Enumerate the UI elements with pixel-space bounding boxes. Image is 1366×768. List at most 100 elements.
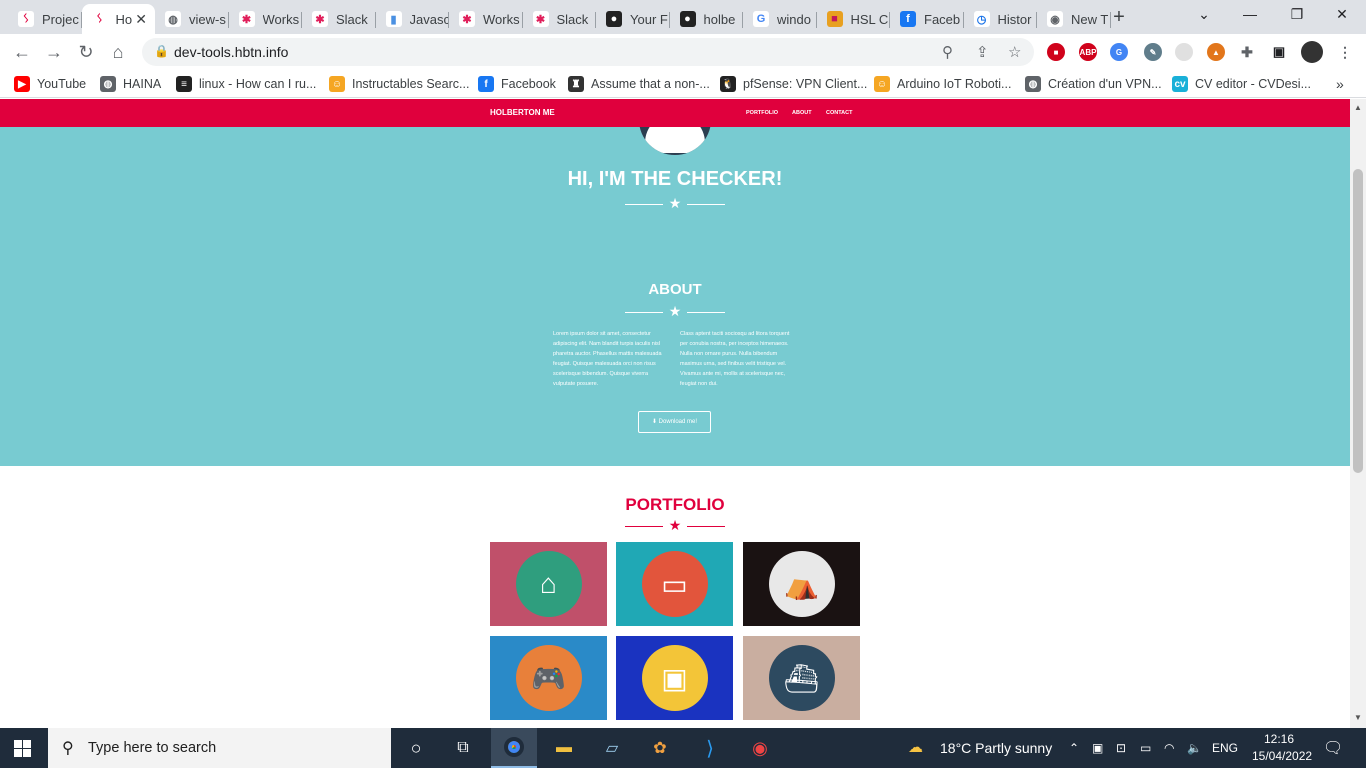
address-bar-url[interactable]: dev-tools.hbtn.info [174, 44, 288, 60]
portfolio-item-submarine[interactable]: ⛴ [743, 636, 860, 720]
bookmark-item[interactable]: 🐧 pfSense: VPN Client... [720, 76, 867, 92]
browser-tab[interactable]: ◍ view-s [155, 4, 229, 34]
portfolio-item-safe[interactable]: ▣ [616, 636, 733, 720]
home-icon[interactable]: ⌂ [108, 42, 128, 62]
side-panel-icon[interactable]: ▣ [1270, 43, 1288, 61]
tray-chevron-icon[interactable]: ⌃ [1069, 741, 1079, 755]
vscode-icon[interactable]: ⟩ [687, 728, 733, 768]
page-scrollbar[interactable]: ▲ ▼ [1350, 99, 1366, 728]
chrome-taskbar-icon[interactable] [491, 728, 537, 768]
tab-close-icon[interactable]: ✕ [135, 11, 147, 28]
portfolio-item-cake[interactable]: ▭ [616, 542, 733, 626]
task-view-icon[interactable]: ⧉ [440, 728, 486, 768]
weather-text[interactable]: 18°C Partly sunny [940, 740, 1052, 756]
globe-icon: ◍ [165, 11, 181, 27]
forward-icon[interactable]: → [44, 42, 64, 62]
bookmark-item[interactable]: ▶ YouTube [14, 76, 86, 92]
tab-search-icon[interactable]: ⌄ [1192, 6, 1216, 26]
portfolio-item-circus[interactable]: ⛺ [743, 542, 860, 626]
browser-tab[interactable]: ◉ New T [1037, 4, 1111, 34]
bookmark-item[interactable]: cv CV editor - CVDesi... [1172, 76, 1311, 92]
share-icon[interactable]: ⇪ [976, 43, 989, 61]
database-icon: ▮ [385, 11, 402, 27]
site-brand[interactable]: HOLBERTON ME [490, 108, 555, 117]
abp-icon[interactable]: ABP [1079, 43, 1097, 61]
language-indicator[interactable]: ENG [1212, 741, 1238, 755]
reload-icon[interactable]: ↻ [76, 42, 96, 62]
browser-tab[interactable]: f Faceb [890, 4, 964, 34]
linux-icon: 🐧 [720, 76, 736, 92]
browser-tab[interactable]: ■ HSL C [817, 4, 890, 34]
file-explorer-icon[interactable]: ▬ [541, 728, 587, 768]
nav-link-contact[interactable]: CONTACT [826, 110, 852, 116]
profile-avatar[interactable] [1301, 41, 1323, 63]
metamask-icon[interactable]: ▲ [1207, 43, 1225, 61]
browser-tab-active[interactable]: ᛊ Ho ✕ [81, 4, 155, 34]
globe-icon: ◍ [1025, 76, 1041, 92]
browser-tab[interactable]: ✱ Works [449, 4, 523, 34]
close-window-button[interactable]: ✕ [1330, 6, 1354, 26]
nav-link-about[interactable]: ABOUT [792, 110, 812, 116]
address-bar[interactable]: 🔒 dev-tools.hbtn.info ⚲ ⇪ ☆ [142, 38, 1034, 66]
portfolio-item-cabin[interactable]: ⌂ [490, 542, 607, 626]
taskbar-search-box[interactable]: ⚲ Type here to search [48, 728, 391, 768]
github-icon: ● [606, 11, 622, 27]
bookmark-item[interactable]: ≡ linux - How can I ru... [176, 76, 316, 92]
cortana-icon[interactable]: ○ [393, 728, 439, 768]
wifi-icon[interactable]: ◠ [1164, 741, 1174, 755]
notifications-icon[interactable]: 🗨 [1323, 738, 1343, 758]
color-icon: ■ [826, 11, 843, 27]
bookmark-label: YouTube [37, 77, 87, 91]
browser-tab[interactable]: ✱ Works [229, 4, 302, 34]
bookmark-item[interactable]: ◍ Création d'un VPN... [1025, 76, 1162, 92]
hero-title: HI, I'M THE CHECKER! [567, 168, 783, 190]
browser-tab[interactable]: ◷ Histor [964, 4, 1037, 34]
bookmark-item[interactable]: f Facebook [478, 76, 556, 92]
bookmark-item[interactable]: ☺ Instructables Searc... [329, 76, 469, 92]
bookmark-item[interactable]: ♜ Assume that a non-... [568, 76, 710, 92]
nav-link-portfolio[interactable]: PORTFOLIO [746, 110, 778, 116]
tab-title: windo [777, 11, 811, 27]
tab-title: New T [1071, 11, 1109, 27]
taskbar-search-placeholder[interactable]: Type here to search [88, 740, 216, 756]
circus-icon: ⛺ [768, 551, 835, 617]
volume-icon[interactable]: 🔈 [1187, 741, 1202, 755]
new-tab-button[interactable]: + [1108, 6, 1130, 28]
extension-blank-icon[interactable] [1175, 43, 1193, 61]
meet-now-icon[interactable]: ▣ [1092, 741, 1103, 755]
windows-start-icon[interactable] [14, 740, 31, 762]
network-app-icon[interactable]: ⊡ [1116, 741, 1126, 755]
portfolio-item-game-controller[interactable]: 🎮 [490, 636, 607, 720]
translate-icon[interactable]: G [1110, 43, 1128, 61]
battery-icon[interactable]: ▭ [1140, 741, 1151, 755]
bookmark-item[interactable]: ☺ Arduino IoT Roboti... [874, 76, 1011, 92]
browser-tab[interactable]: ● Your F [596, 4, 670, 34]
browser-tab[interactable]: ᛊ Projec [8, 4, 82, 34]
bookmark-item[interactable]: ◍ HAINA [100, 76, 161, 92]
browser-tab[interactable]: ✱ Slack [523, 4, 596, 34]
notepad-icon[interactable]: ▱ [589, 728, 635, 768]
extensions-puzzle-icon[interactable]: ✚ [1238, 43, 1256, 61]
clock-date[interactable]: 15/04/2022 [1252, 749, 1312, 763]
cake-icon: ▭ [641, 551, 708, 617]
menu-kebab-icon[interactable]: ⋮ [1336, 43, 1354, 61]
back-icon[interactable]: ← [12, 42, 32, 62]
chrome-canary-icon[interactable]: ◉ [737, 728, 783, 768]
browser-tab[interactable]: ● holbe [670, 4, 743, 34]
browser-tab[interactable]: Gwindo [743, 4, 817, 34]
bookmark-star-icon[interactable]: ☆ [1008, 43, 1021, 61]
adblock-icon[interactable]: ■ [1047, 43, 1065, 61]
download-button[interactable]: ⬇ Download me! [638, 411, 711, 433]
scrollbar-thumb[interactable] [1353, 169, 1363, 473]
eyedropper-icon[interactable]: ✎ [1144, 43, 1162, 61]
bookmarks-overflow-button[interactable]: » [1336, 76, 1344, 92]
minimize-button[interactable]: — [1238, 6, 1262, 26]
zoom-search-icon[interactable]: ⚲ [942, 43, 953, 61]
maximize-button[interactable]: ❐ [1285, 6, 1309, 26]
browser-tab[interactable]: ▮ Javasc [376, 4, 449, 34]
tab-title: view-s [189, 11, 226, 27]
clock-time[interactable]: 12:16 [1264, 732, 1294, 746]
slack-icon: ✱ [532, 11, 549, 27]
browser-tab[interactable]: ✱ Slack [302, 4, 376, 34]
paint-icon[interactable]: ✿ [637, 728, 683, 768]
